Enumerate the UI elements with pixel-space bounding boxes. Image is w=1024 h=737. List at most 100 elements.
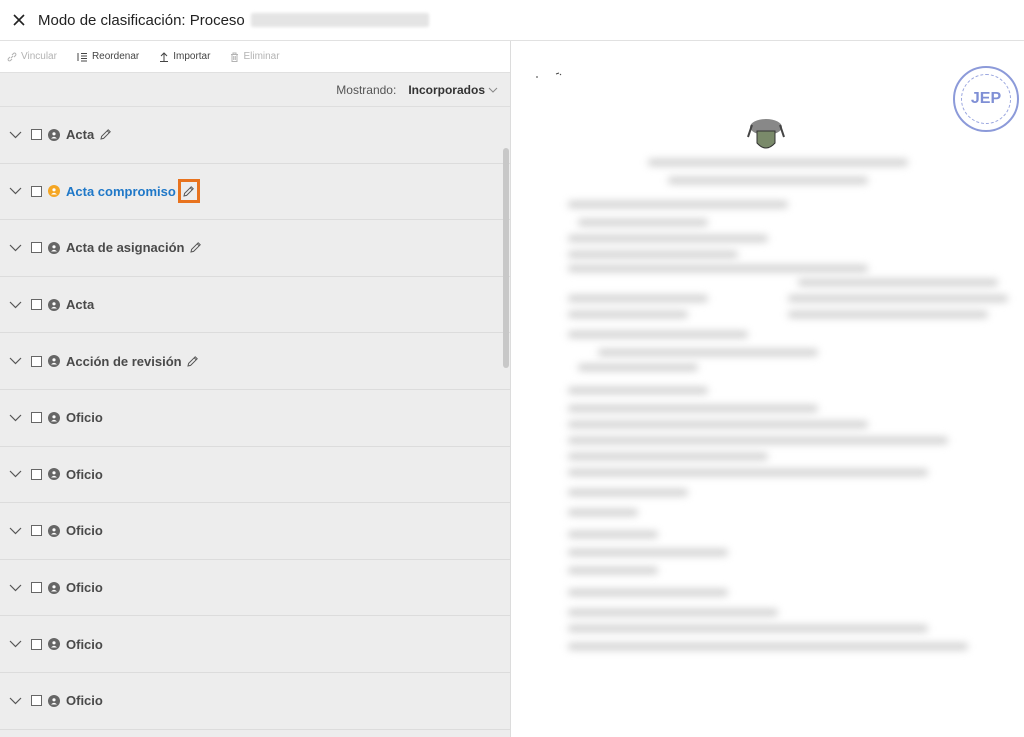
blurred-text-line <box>598 349 818 356</box>
blurred-text-line <box>568 489 688 496</box>
status-icon <box>48 638 60 651</box>
vincular-label: Vincular <box>21 51 57 62</box>
document-preview: JEP <box>511 41 1024 737</box>
reorder-icon <box>77 52 87 61</box>
status-icon <box>48 298 60 311</box>
blurred-text-line <box>568 331 748 338</box>
chevron-down-icon <box>9 640 22 648</box>
document-type-label[interactable]: Oficio <box>66 467 103 482</box>
blurred-text-line <box>568 201 788 208</box>
row-checkbox[interactable] <box>31 582 42 594</box>
document-mark <box>536 72 562 78</box>
expand-button[interactable] <box>9 241 23 255</box>
list-item[interactable]: Oficio <box>0 503 510 560</box>
jep-seal: JEP <box>953 66 1019 132</box>
row-checkbox[interactable] <box>31 638 42 650</box>
blurred-text-line <box>788 311 988 318</box>
status-icon <box>48 468 60 481</box>
blurred-text-line <box>668 177 868 184</box>
blurred-text-line <box>568 549 728 556</box>
blurred-text-line <box>788 295 1008 302</box>
edit-button[interactable] <box>185 353 201 369</box>
document-type-label[interactable]: Acta de asignación <box>66 240 184 255</box>
blurred-text-line <box>568 421 868 428</box>
row-checkbox[interactable] <box>31 299 42 311</box>
toolbar: Vincular Reordenar Importar Eliminar <box>0 41 510 73</box>
upload-icon <box>160 52 169 62</box>
seal-text: JEP <box>970 90 1002 107</box>
blurred-text-line <box>568 295 708 302</box>
document-type-label[interactable]: Acta compromiso <box>66 184 176 199</box>
vincular-button[interactable]: Vincular <box>7 51 57 62</box>
reordenar-button[interactable]: Reordenar <box>77 51 139 62</box>
row-checkbox[interactable] <box>31 468 42 480</box>
list-item[interactable]: Oficio <box>0 673 510 730</box>
document-type-label[interactable]: Acción de revisión <box>66 354 182 369</box>
pending-status-icon <box>48 185 60 198</box>
blurred-text-line <box>568 405 818 412</box>
list-item[interactable]: Acta <box>0 277 510 334</box>
scrollbar[interactable] <box>503 148 509 368</box>
list-item[interactable]: Acta compromiso <box>0 164 510 221</box>
edit-button[interactable] <box>97 127 113 143</box>
document-type-label[interactable]: Acta <box>66 127 94 142</box>
blurred-text-line <box>568 531 658 538</box>
chevron-down-icon <box>9 414 22 422</box>
list-item[interactable]: Oficio <box>0 616 510 673</box>
status-icon <box>48 241 60 254</box>
pencil-icon <box>187 355 199 367</box>
row-checkbox[interactable] <box>31 355 42 367</box>
blurred-text-line <box>578 219 708 226</box>
chevron-down-icon <box>9 697 22 705</box>
chevron-down-icon <box>9 244 22 252</box>
row-checkbox[interactable] <box>31 242 42 254</box>
expand-button[interactable] <box>9 467 23 481</box>
chevron-down-icon <box>9 527 22 535</box>
expand-button[interactable] <box>9 524 23 538</box>
list-item[interactable]: Oficio <box>0 447 510 504</box>
expand-button[interactable] <box>9 411 23 425</box>
close-icon <box>13 14 25 26</box>
chevron-down-icon <box>9 584 22 591</box>
close-button[interactable] <box>10 11 28 29</box>
document-type-label[interactable]: Oficio <box>66 693 103 708</box>
expand-button[interactable] <box>9 184 23 198</box>
document-type-label[interactable]: Oficio <box>66 580 103 595</box>
list-item[interactable]: Oficio <box>0 390 510 447</box>
eliminar-button[interactable]: Eliminar <box>230 51 280 62</box>
expand-button[interactable] <box>9 298 23 312</box>
row-checkbox[interactable] <box>31 695 42 707</box>
expand-button[interactable] <box>9 354 23 368</box>
list-item[interactable]: Acta de asignación <box>0 220 510 277</box>
row-checkbox[interactable] <box>31 412 42 424</box>
blurred-text-line <box>798 279 998 286</box>
blurred-text-line <box>568 265 868 272</box>
status-icon <box>48 411 60 424</box>
document-type-label[interactable]: Oficio <box>66 637 103 652</box>
blurred-text-line <box>568 387 708 394</box>
document-type-label[interactable]: Oficio <box>66 523 103 538</box>
row-checkbox[interactable] <box>31 129 42 141</box>
list-item[interactable]: Acta <box>0 107 510 164</box>
expand-button[interactable] <box>9 694 23 708</box>
row-checkbox[interactable] <box>31 185 42 197</box>
document-type-label[interactable]: Acta <box>66 297 94 312</box>
list-item[interactable]: Acción de revisión <box>0 333 510 390</box>
eliminar-label: Eliminar <box>243 51 280 62</box>
status-icon <box>48 581 60 594</box>
document-type-label[interactable]: Oficio <box>66 410 103 425</box>
filter-bar: Mostrando: Incorporados <box>0 73 510 107</box>
list-item[interactable]: Oficio <box>0 560 510 617</box>
expand-button[interactable] <box>9 581 23 595</box>
expand-button[interactable] <box>9 128 23 142</box>
blurred-document-content <box>568 159 1008 669</box>
filter-dropdown[interactable]: Incorporados <box>408 83 498 97</box>
blurred-text-line <box>568 625 928 632</box>
expand-button[interactable] <box>9 637 23 651</box>
blurred-text-line <box>578 364 698 371</box>
row-checkbox[interactable] <box>31 525 42 537</box>
blurred-text-line <box>568 235 768 242</box>
edit-button[interactable] <box>187 240 203 256</box>
importar-button[interactable]: Importar <box>159 51 210 62</box>
edit-button[interactable] <box>177 179 200 204</box>
